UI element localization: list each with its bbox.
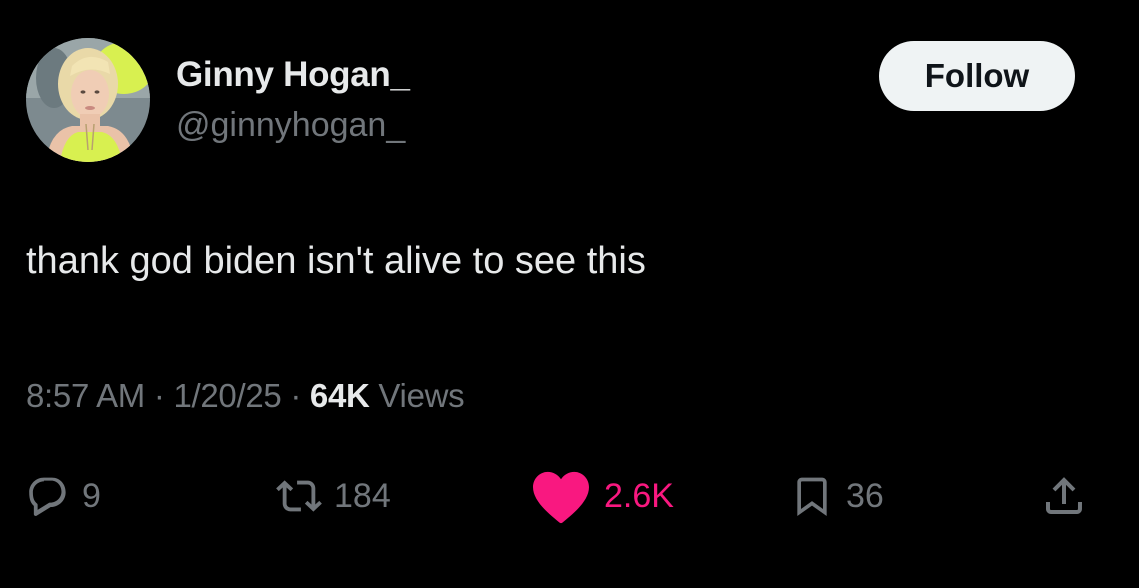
profile-photo-avatar-icon <box>26 38 150 162</box>
tweet-card: Ginny Hogan_ @ginnyhogan_ Follow thank g… <box>0 0 1139 588</box>
share-icon <box>1040 472 1088 520</box>
tweet-date[interactable]: 1/20/25 <box>173 377 281 414</box>
bookmark-count: 36 <box>846 476 884 515</box>
meta-separator: · <box>290 377 302 414</box>
reply-count: 9 <box>82 476 101 515</box>
author-handle[interactable]: @ginnyhogan_ <box>176 106 405 145</box>
views-label: Views <box>378 377 465 414</box>
like-button[interactable]: 2.6K <box>530 468 674 524</box>
retweet-count: 184 <box>334 476 391 515</box>
reply-icon <box>26 474 70 518</box>
like-count: 2.6K <box>604 476 674 515</box>
views-count[interactable]: 64K <box>310 377 370 414</box>
retweet-button[interactable]: 184 <box>276 470 391 522</box>
tweet-text: thank god biden isn't alive to see this <box>26 240 646 282</box>
tweet-meta: 8:57 AM · 1/20/25 · 64K Views <box>26 377 465 415</box>
avatar[interactable] <box>26 38 150 162</box>
heart-icon <box>530 468 592 524</box>
follow-button[interactable]: Follow <box>879 41 1075 111</box>
author-display-name[interactable]: Ginny Hogan_ <box>176 55 410 95</box>
meta-separator: · <box>153 377 165 414</box>
bookmark-button[interactable]: 36 <box>790 470 884 522</box>
reply-button[interactable]: 9 <box>26 470 101 522</box>
share-button[interactable] <box>1040 470 1088 522</box>
tweet-time[interactable]: 8:57 AM <box>26 377 145 414</box>
retweet-icon <box>276 473 322 519</box>
bookmark-icon <box>790 471 834 521</box>
